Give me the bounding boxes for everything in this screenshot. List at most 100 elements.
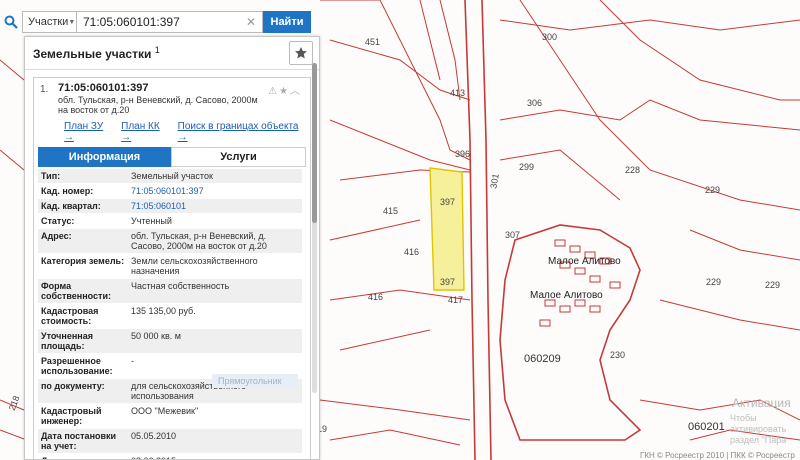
property-row: Адрес: обл. Тульская, р-н Веневский, д. С…	[38, 229, 302, 254]
property-row: Дата постановки на учет: 05.05.2010	[38, 429, 302, 454]
activation-line: раздел "Пара	[730, 435, 787, 445]
activation-line: Чтобы активировать	[730, 413, 787, 434]
property-key: Дата постановки на учет:	[41, 431, 117, 451]
map-label: 060201	[688, 421, 725, 433]
panel-header: Земельные участки 1	[25, 37, 319, 70]
copyright-text: ГКН © Росреестр 2010 | ПКК © Росреестр	[640, 451, 795, 460]
property-value: 08.06.2015	[128, 454, 302, 459]
property-row: Форма собственности: Частная собственност…	[38, 279, 302, 304]
property-value: 05.05.2010	[131, 431, 177, 441]
result-count: 1	[154, 45, 160, 55]
tab-services[interactable]: Услуги	[171, 147, 306, 167]
link-plan-kk[interactable]: План КК →	[121, 121, 170, 143]
properties-table: Тип: Земельный участок Кад. номер: 71:05:06…	[38, 169, 302, 459]
favorite-button[interactable]	[289, 41, 313, 65]
property-key: по документу:	[41, 381, 105, 391]
map-label: 415	[383, 206, 398, 216]
map-label: 397	[440, 197, 455, 207]
property-row: Кадастровая стоимость: 135 135,00 руб.	[38, 304, 302, 329]
property-value: обл. Тульская, р-н Веневский, д. Сасово,…	[131, 231, 267, 251]
property-key: Категория земель:	[41, 256, 125, 266]
map-label: 396	[455, 149, 470, 159]
map-label: 397	[440, 277, 455, 287]
card-tools: ⚠★︿	[268, 82, 302, 97]
search-icon[interactable]	[0, 10, 22, 34]
property-row: Кад. номер: 71:05:060101:397	[38, 184, 302, 199]
property-value: Частная собственность	[131, 281, 230, 291]
property-key: Статус:	[41, 216, 75, 226]
tab-info[interactable]: Информация	[38, 147, 171, 167]
property-key: Кадастровый инженер:	[41, 406, 102, 426]
map-label: 413	[450, 88, 465, 98]
map-label: 230	[610, 350, 625, 360]
property-row: Кад. квартал: 71:05:060101	[38, 199, 302, 214]
map-label: 299	[519, 162, 534, 172]
address-text: обл. Тульская, р-н Веневский, д. Сасово,…	[58, 95, 258, 115]
property-value: 50 000 кв. м	[131, 331, 181, 341]
card-links: План ЗУ → План КК → Поиск в границах объ…	[64, 121, 304, 143]
property-value: Учтенный	[131, 216, 172, 226]
star-icon[interactable]: ★	[279, 86, 290, 97]
map-label: 228	[625, 165, 640, 175]
property-row: Тип: Земельный участок	[38, 169, 302, 184]
search-type-label: Участки	[28, 16, 69, 28]
map-label: 229	[705, 185, 720, 195]
map-label: 229	[706, 277, 721, 287]
property-row: Статус: Учтенный	[38, 214, 302, 229]
property-key: Тип:	[41, 171, 61, 181]
property-key: Разрешенное использование:	[41, 356, 113, 376]
link-search-bounds[interactable]: Поиск в границах объекта →	[178, 121, 304, 143]
property-value: ООО "Межевик"	[131, 406, 199, 416]
property-row: Кадастровый инженер: ООО "Межевик"	[38, 404, 302, 429]
panel-title-text: Земельные участки	[33, 47, 152, 61]
property-key: Форма собственности:	[41, 281, 111, 301]
property-row: Категория земель: Земли сельскохозяйствен…	[38, 254, 302, 279]
property-value[interactable]: 71:05:060101:397	[128, 184, 302, 198]
star-icon	[295, 47, 307, 59]
search-query: 71:05:060101:397	[83, 15, 180, 29]
result-index: 1.	[40, 84, 49, 95]
property-value: 135 135,00 руб.	[131, 306, 196, 316]
find-button[interactable]: Найти	[263, 11, 311, 33]
cad-number-title[interactable]: 71:05:060101:397	[58, 82, 149, 94]
map-label: 451	[365, 37, 380, 47]
property-key: Уточненная площадь:	[41, 331, 93, 351]
property-key: Кадастровая стоимость:	[41, 306, 99, 326]
property-key: Кад. номер:	[41, 186, 94, 196]
scrollbar-thumb[interactable]	[312, 63, 317, 223]
collapse-icon[interactable]: ︿	[290, 86, 302, 97]
map-label: 300	[542, 32, 557, 42]
map-label: 306	[527, 98, 542, 108]
rectangle-tool-button[interactable]: Прямоугольник	[212, 374, 298, 388]
search-type-select[interactable]: Участки ▼	[22, 11, 77, 33]
warning-icon[interactable]: ⚠	[268, 86, 279, 97]
activation-watermark: Активация	[732, 396, 791, 410]
map-label: 060209	[524, 353, 561, 365]
card-tabs: Информация Услуги	[38, 147, 306, 167]
link-plan-zu[interactable]: План ЗУ →	[64, 121, 113, 143]
property-key: Дата изменения сведений в ГКН:	[38, 454, 128, 459]
property-key: Адрес:	[41, 231, 72, 241]
search-input[interactable]: 71:05:060101:397 ✕	[77, 11, 263, 33]
property-row: Уточненная площадь: 50 000 кв. м	[38, 329, 302, 354]
map-label: 417	[448, 295, 463, 305]
property-value: Земли сельскохозяйственного назначения	[131, 256, 258, 276]
property-key: Кад. квартал:	[41, 201, 101, 211]
search-bar: Участки ▼ 71:05:060101:397 ✕ Найти	[0, 10, 318, 34]
property-value[interactable]: 71:05:060101	[128, 199, 302, 213]
clear-icon[interactable]: ✕	[246, 15, 256, 29]
place-label: Малое Алитово	[530, 290, 603, 301]
chevron-down-icon: ▼	[68, 18, 76, 26]
property-value: Земельный участок	[131, 171, 213, 181]
map-label: 416	[404, 247, 419, 257]
panel-title: Земельные участки 1	[33, 45, 160, 61]
results-panel: Земельные участки 1 1. 71:05:060101:397 …	[24, 36, 320, 460]
map-label: 416	[368, 292, 383, 302]
result-card: 1. 71:05:060101:397 обл. Тульская, р-н В…	[33, 77, 311, 459]
activation-watermark-text: Чтобы активировать раздел "Пара	[730, 413, 800, 446]
map-label: 229	[765, 280, 780, 290]
scrollbar[interactable]	[312, 63, 317, 393]
card-header: 1. 71:05:060101:397 обл. Тульская, р-н В…	[34, 78, 310, 143]
property-row: Дата изменения сведений в ГКН:08.06.2015	[38, 454, 302, 459]
place-label: Малое Алитово	[548, 256, 621, 267]
